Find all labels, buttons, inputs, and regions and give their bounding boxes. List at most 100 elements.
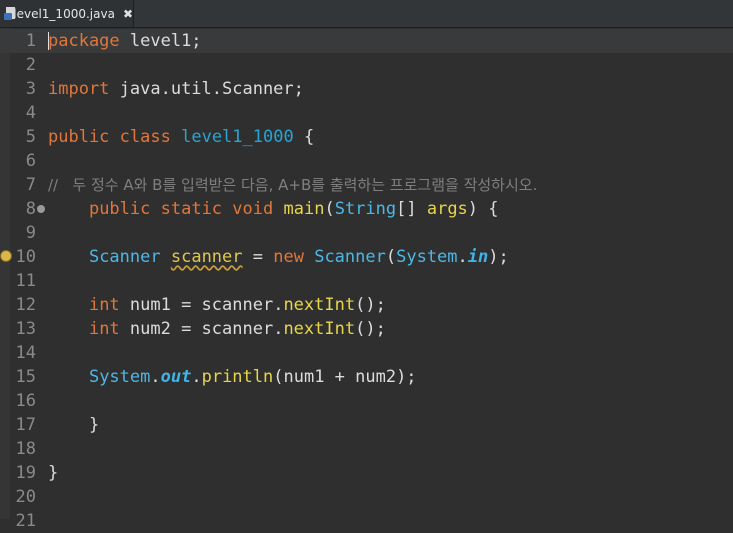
code-text: Scanner scanner = new Scanner(System.in)…	[48, 245, 509, 269]
line-number: 13	[15, 319, 36, 339]
code-token: new	[273, 247, 304, 267]
code-line[interactable]: 8 public static void main(String[] args)…	[0, 197, 733, 221]
line-number: 15	[15, 367, 36, 387]
line-number: 3	[25, 79, 36, 99]
code-token: scanner	[170, 247, 243, 267]
line-number: 9	[25, 223, 36, 243]
code-token: {	[293, 127, 315, 147]
line-number: 19	[15, 463, 36, 483]
warning-icon[interactable]	[0, 250, 12, 262]
code-line[interactable]: 6	[0, 149, 733, 173]
code-token: ) {	[467, 199, 499, 219]
line-number: 7	[25, 175, 36, 195]
code-token: System	[396, 247, 458, 267]
close-icon[interactable]: ✖	[123, 7, 133, 21]
line-number: 4	[25, 103, 36, 123]
code-token: class	[119, 127, 171, 147]
code-token: (	[385, 247, 397, 267]
code-token: println	[201, 367, 274, 387]
code-line[interactable]: 9	[0, 221, 733, 245]
code-token: num1 = scanner.	[119, 295, 284, 315]
code-line[interactable]: 13 int num2 = scanner.nextInt();	[0, 317, 733, 341]
code-token: []	[396, 199, 427, 219]
code-token: int	[88, 319, 120, 339]
code-token: }	[48, 463, 59, 483]
code-editor[interactable]: 1 package level1; 2 3 import java.util.Scann…	[0, 28, 733, 531]
code-token: ();	[355, 319, 386, 339]
code-token: out	[160, 367, 192, 387]
line-number: 2	[25, 55, 36, 75]
line-number: 14	[15, 343, 36, 363]
code-token: nextInt	[283, 319, 356, 339]
tab-title: level1_1000.java	[13, 6, 115, 21]
code-token: Scanner	[314, 247, 386, 267]
code-text: public static void main(String[] args) {	[48, 197, 499, 221]
code-token: .	[191, 367, 202, 387]
code-line[interactable]: 16	[0, 389, 733, 413]
line-number: 17	[15, 415, 36, 435]
code-line[interactable]: 4	[0, 101, 733, 125]
code-line[interactable]: 17 }	[0, 413, 733, 437]
code-token: java.util.Scanner;	[109, 79, 304, 99]
code-text: // 두 정수 A와 B를 입력받은 다음, A+B를 출력하는 프로그램을 작…	[48, 173, 537, 197]
code-text: import java.util.Scanner;	[48, 77, 304, 101]
tab-level1-1000-java[interactable]: level1_1000.java ✖	[0, 0, 134, 27]
code-line[interactable]: 7 // 두 정수 A와 B를 입력받은 다음, A+B를 출력하는 프로그램을 …	[0, 173, 733, 197]
code-token: num2 = scanner.	[119, 319, 284, 339]
code-line[interactable]: 10 Scanner scanner = new Scanner(System.…	[0, 245, 733, 269]
code-token: public	[88, 199, 151, 219]
line-number: 11	[15, 271, 36, 291]
code-token: }	[48, 415, 100, 435]
code-token: (num1 + num2);	[273, 367, 417, 387]
code-line[interactable]: 5 public class level1_1000 {	[0, 125, 733, 149]
code-text: package level1;	[48, 29, 202, 53]
code-token: ();	[355, 295, 386, 315]
code-token: main	[283, 199, 325, 219]
line-number: 1	[25, 31, 36, 51]
code-line[interactable]: 20	[0, 485, 733, 509]
code-token: args	[426, 199, 468, 219]
code-token: // 두 정수 A와 B를 입력받은 다음, A+B를 출력하는 프로그램을 작…	[48, 176, 538, 194]
code-line[interactable]: 12 int num1 = scanner.nextInt();	[0, 293, 733, 317]
code-line[interactable]: 2	[0, 53, 733, 77]
code-text: public class level1_1000 {	[48, 125, 314, 149]
fold-collapse-icon[interactable]	[37, 205, 45, 213]
code-token: level1_1000	[181, 127, 294, 147]
line-number: 21	[15, 511, 36, 531]
java-file-icon	[4, 6, 15, 21]
code-line[interactable]: 1 package level1;	[0, 29, 733, 53]
code-line[interactable]: 3 import java.util.Scanner;	[0, 77, 733, 101]
code-line[interactable]: 15 System.out.println(num1 + num2);	[0, 365, 733, 389]
line-number: 18	[15, 439, 36, 459]
code-line[interactable]: 18	[0, 437, 733, 461]
line-number: 12	[15, 295, 36, 315]
code-line[interactable]: 21	[0, 509, 733, 533]
code-line[interactable]: 19}	[0, 461, 733, 485]
code-token: (	[324, 199, 335, 219]
code-token: int	[88, 295, 120, 315]
line-number: 16	[15, 391, 36, 411]
code-token: static	[160, 199, 223, 219]
code-token: );	[488, 247, 509, 267]
code-token: Scanner	[88, 247, 161, 267]
code-token: =	[242, 247, 274, 267]
line-number: 6	[25, 151, 36, 171]
code-token: void	[232, 199, 274, 219]
line-number: 20	[15, 487, 36, 507]
code-line[interactable]: 11	[0, 269, 733, 293]
code-text: System.out.println(num1 + num2);	[48, 365, 417, 389]
editor-tab-bar: level1_1000.java ✖	[0, 0, 733, 28]
code-token: System	[88, 367, 151, 387]
line-number: 8	[25, 199, 36, 219]
line-number: 10	[15, 247, 36, 267]
code-line[interactable]: 14	[0, 341, 733, 365]
